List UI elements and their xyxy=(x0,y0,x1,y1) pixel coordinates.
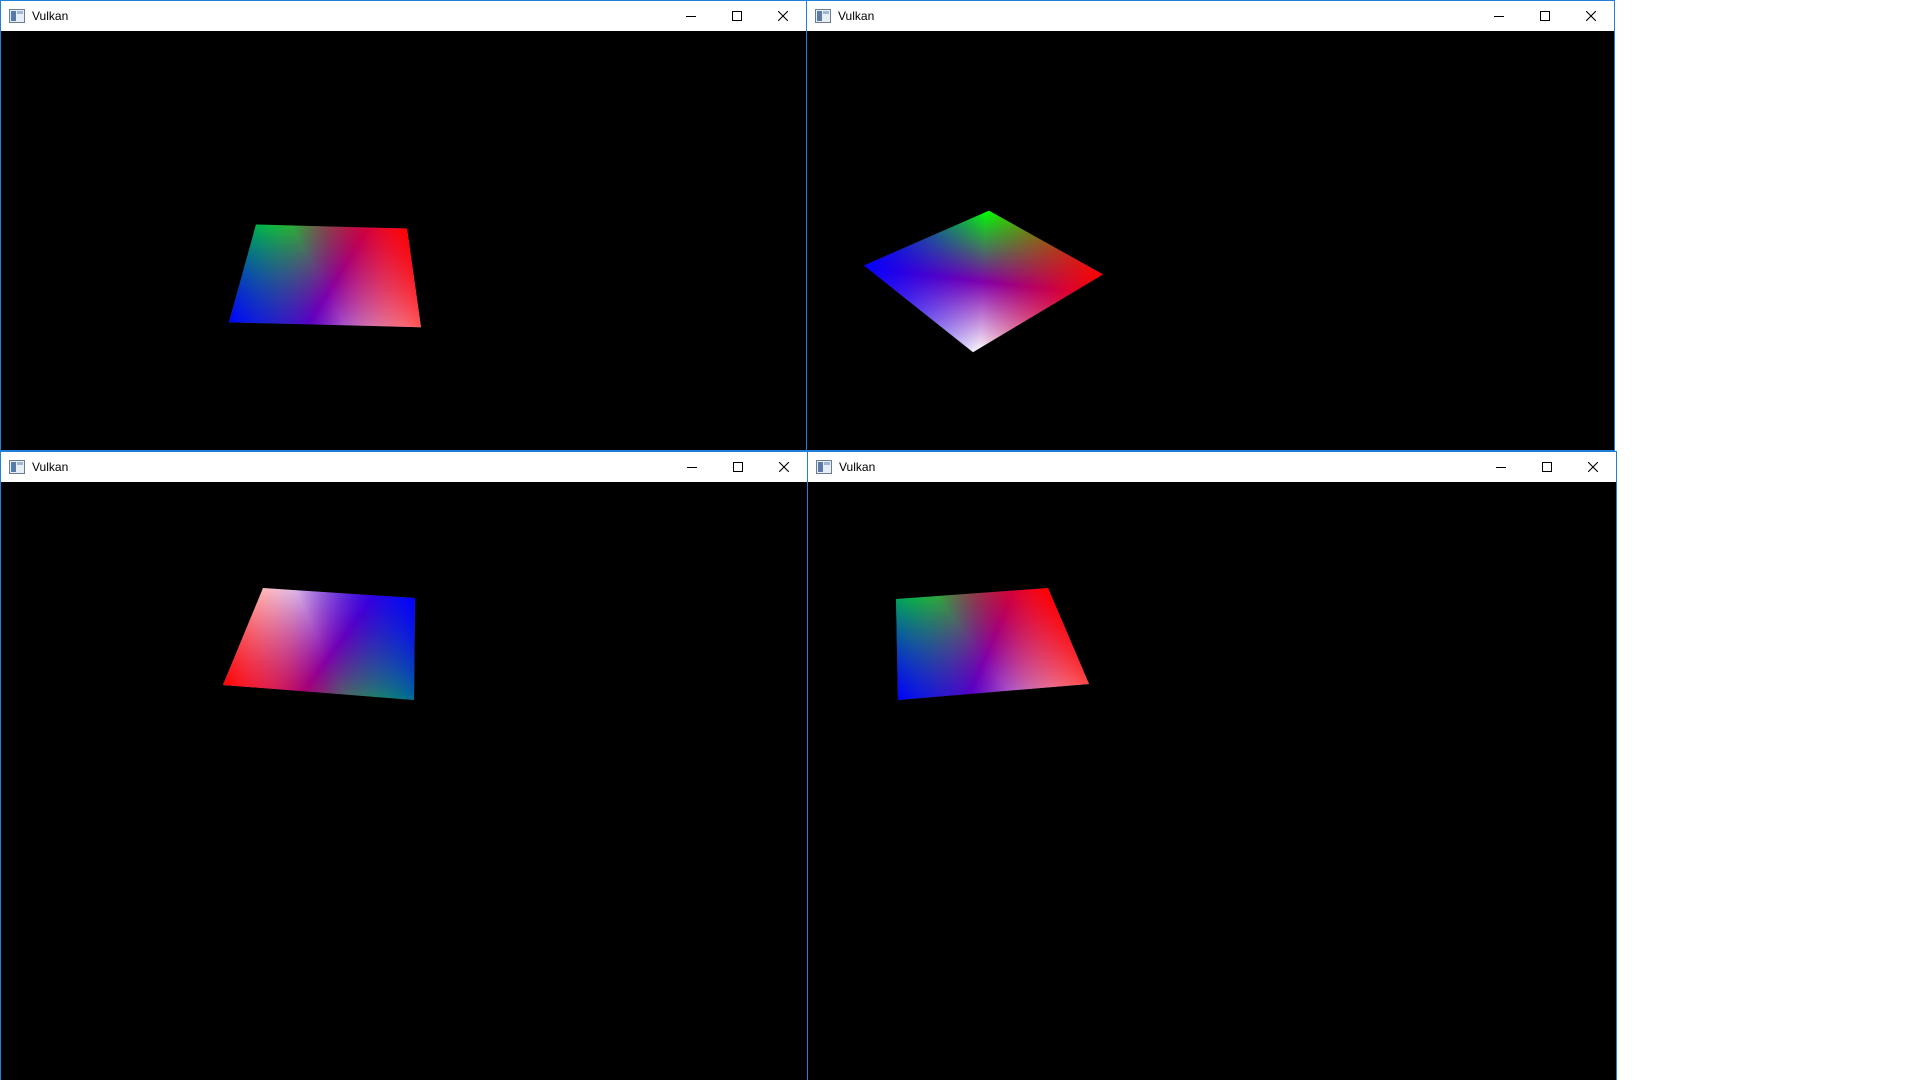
rendered-quad xyxy=(864,210,1103,353)
vulkan-window-2[interactable]: Vulkan xyxy=(806,0,1615,451)
window-titlebar[interactable]: Vulkan xyxy=(1,1,806,31)
maximize-icon xyxy=(732,11,742,21)
render-surface[interactable] xyxy=(1,482,807,1080)
vulkan-window-3[interactable]: Vulkan xyxy=(0,451,808,1080)
close-button[interactable] xyxy=(761,452,807,482)
rendered-quad xyxy=(229,224,421,328)
maximize-icon xyxy=(733,462,743,472)
app-window-icon[interactable] xyxy=(816,460,832,474)
minimize-button[interactable] xyxy=(669,452,715,482)
rendered-quad xyxy=(896,588,1089,700)
render-surface[interactable] xyxy=(808,482,1616,1080)
minimize-button[interactable] xyxy=(1476,1,1522,31)
minimize-button[interactable] xyxy=(1478,452,1524,482)
render-surface[interactable] xyxy=(1,31,806,450)
minimize-icon xyxy=(1494,16,1504,17)
close-button[interactable] xyxy=(1570,452,1616,482)
app-window-icon[interactable] xyxy=(815,9,831,23)
maximize-button[interactable] xyxy=(714,1,760,31)
close-icon xyxy=(1588,462,1598,472)
window-title: Vulkan xyxy=(32,9,69,23)
maximize-icon xyxy=(1542,462,1552,472)
minimize-button[interactable] xyxy=(668,1,714,31)
close-icon xyxy=(779,462,789,472)
window-titlebar[interactable]: Vulkan xyxy=(808,452,1616,482)
window-title: Vulkan xyxy=(32,460,69,474)
window-title: Vulkan xyxy=(838,9,875,23)
window-title: Vulkan xyxy=(839,460,876,474)
close-button[interactable] xyxy=(1568,1,1614,31)
render-surface[interactable] xyxy=(807,31,1614,450)
rendered-quad xyxy=(223,588,415,700)
minimize-icon xyxy=(687,467,697,468)
vulkan-window-4[interactable]: Vulkan xyxy=(807,451,1617,1080)
window-titlebar[interactable]: Vulkan xyxy=(1,452,807,482)
maximize-button[interactable] xyxy=(1522,1,1568,31)
maximize-button[interactable] xyxy=(1524,452,1570,482)
vulkan-window-1[interactable]: Vulkan xyxy=(0,0,807,451)
close-icon xyxy=(778,11,788,21)
maximize-button[interactable] xyxy=(715,452,761,482)
desktop: Vulkan Vulkan Vulkan Vulkan xyxy=(0,0,1920,1080)
window-titlebar[interactable]: Vulkan xyxy=(807,1,1614,31)
minimize-icon xyxy=(686,16,696,17)
minimize-icon xyxy=(1496,467,1506,468)
maximize-icon xyxy=(1540,11,1550,21)
app-window-icon[interactable] xyxy=(9,460,25,474)
close-button[interactable] xyxy=(760,1,806,31)
app-window-icon[interactable] xyxy=(9,9,25,23)
close-icon xyxy=(1586,11,1596,21)
